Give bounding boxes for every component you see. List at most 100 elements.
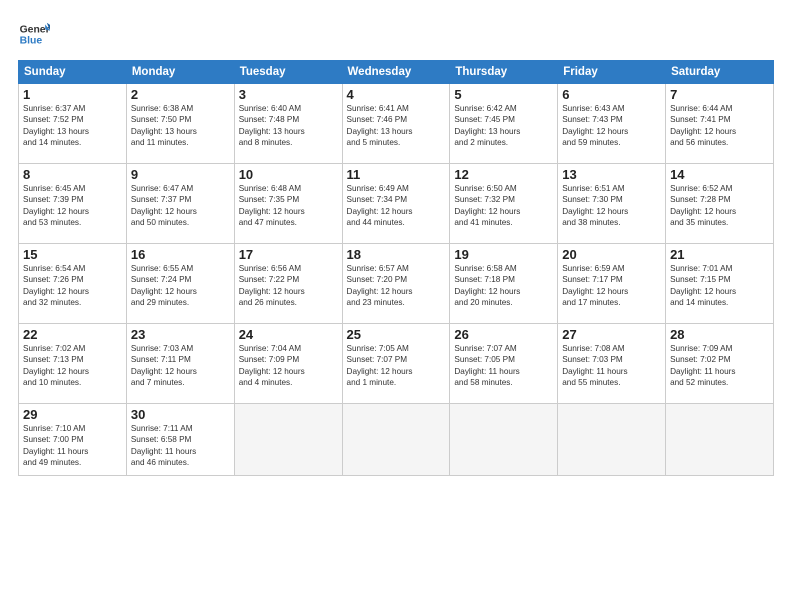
calendar-cell: 14Sunrise: 6:52 AM Sunset: 7:28 PM Dayli… bbox=[666, 164, 774, 244]
calendar-cell bbox=[666, 404, 774, 476]
day-number: 9 bbox=[131, 167, 230, 182]
day-info: Sunrise: 6:47 AM Sunset: 7:37 PM Dayligh… bbox=[131, 183, 230, 229]
header: General Blue bbox=[18, 18, 774, 50]
day-number: 23 bbox=[131, 327, 230, 342]
logo-icon: General Blue bbox=[18, 18, 50, 50]
calendar-cell: 11Sunrise: 6:49 AM Sunset: 7:34 PM Dayli… bbox=[342, 164, 450, 244]
day-number: 27 bbox=[562, 327, 661, 342]
calendar-cell: 24Sunrise: 7:04 AM Sunset: 7:09 PM Dayli… bbox=[234, 324, 342, 404]
calendar-cell: 25Sunrise: 7:05 AM Sunset: 7:07 PM Dayli… bbox=[342, 324, 450, 404]
calendar-cell: 4Sunrise: 6:41 AM Sunset: 7:46 PM Daylig… bbox=[342, 84, 450, 164]
day-info: Sunrise: 6:45 AM Sunset: 7:39 PM Dayligh… bbox=[23, 183, 122, 229]
day-number: 24 bbox=[239, 327, 338, 342]
day-number: 4 bbox=[347, 87, 446, 102]
calendar-cell: 12Sunrise: 6:50 AM Sunset: 7:32 PM Dayli… bbox=[450, 164, 558, 244]
day-info: Sunrise: 6:42 AM Sunset: 7:45 PM Dayligh… bbox=[454, 103, 553, 149]
day-number: 7 bbox=[670, 87, 769, 102]
page: General Blue SundayMondayTuesdayWednesda… bbox=[0, 0, 792, 612]
day-number: 11 bbox=[347, 167, 446, 182]
day-info: Sunrise: 6:44 AM Sunset: 7:41 PM Dayligh… bbox=[670, 103, 769, 149]
calendar-cell: 2Sunrise: 6:38 AM Sunset: 7:50 PM Daylig… bbox=[126, 84, 234, 164]
logo: General Blue bbox=[18, 18, 54, 50]
calendar-cell: 17Sunrise: 6:56 AM Sunset: 7:22 PM Dayli… bbox=[234, 244, 342, 324]
day-number: 18 bbox=[347, 247, 446, 262]
day-number: 17 bbox=[239, 247, 338, 262]
calendar-cell: 18Sunrise: 6:57 AM Sunset: 7:20 PM Dayli… bbox=[342, 244, 450, 324]
weekday-header: Monday bbox=[126, 61, 234, 84]
day-number: 3 bbox=[239, 87, 338, 102]
calendar-cell: 26Sunrise: 7:07 AM Sunset: 7:05 PM Dayli… bbox=[450, 324, 558, 404]
day-number: 6 bbox=[562, 87, 661, 102]
calendar-cell: 3Sunrise: 6:40 AM Sunset: 7:48 PM Daylig… bbox=[234, 84, 342, 164]
day-info: Sunrise: 6:48 AM Sunset: 7:35 PM Dayligh… bbox=[239, 183, 338, 229]
day-info: Sunrise: 6:55 AM Sunset: 7:24 PM Dayligh… bbox=[131, 263, 230, 309]
calendar-cell: 13Sunrise: 6:51 AM Sunset: 7:30 PM Dayli… bbox=[558, 164, 666, 244]
day-info: Sunrise: 7:02 AM Sunset: 7:13 PM Dayligh… bbox=[23, 343, 122, 389]
day-info: Sunrise: 6:54 AM Sunset: 7:26 PM Dayligh… bbox=[23, 263, 122, 309]
day-number: 16 bbox=[131, 247, 230, 262]
calendar-cell: 30Sunrise: 7:11 AM Sunset: 6:58 PM Dayli… bbox=[126, 404, 234, 476]
calendar-cell: 23Sunrise: 7:03 AM Sunset: 7:11 PM Dayli… bbox=[126, 324, 234, 404]
calendar-cell bbox=[342, 404, 450, 476]
calendar-cell bbox=[450, 404, 558, 476]
day-number: 20 bbox=[562, 247, 661, 262]
day-info: Sunrise: 6:59 AM Sunset: 7:17 PM Dayligh… bbox=[562, 263, 661, 309]
day-number: 30 bbox=[131, 407, 230, 422]
weekday-header: Tuesday bbox=[234, 61, 342, 84]
day-number: 12 bbox=[454, 167, 553, 182]
day-number: 5 bbox=[454, 87, 553, 102]
day-info: Sunrise: 6:49 AM Sunset: 7:34 PM Dayligh… bbox=[347, 183, 446, 229]
day-info: Sunrise: 7:01 AM Sunset: 7:15 PM Dayligh… bbox=[670, 263, 769, 309]
day-info: Sunrise: 7:03 AM Sunset: 7:11 PM Dayligh… bbox=[131, 343, 230, 389]
day-info: Sunrise: 7:11 AM Sunset: 6:58 PM Dayligh… bbox=[131, 423, 230, 469]
day-info: Sunrise: 6:56 AM Sunset: 7:22 PM Dayligh… bbox=[239, 263, 338, 309]
day-info: Sunrise: 6:40 AM Sunset: 7:48 PM Dayligh… bbox=[239, 103, 338, 149]
calendar-cell: 28Sunrise: 7:09 AM Sunset: 7:02 PM Dayli… bbox=[666, 324, 774, 404]
day-number: 25 bbox=[347, 327, 446, 342]
calendar-cell: 27Sunrise: 7:08 AM Sunset: 7:03 PM Dayli… bbox=[558, 324, 666, 404]
day-info: Sunrise: 7:07 AM Sunset: 7:05 PM Dayligh… bbox=[454, 343, 553, 389]
day-number: 26 bbox=[454, 327, 553, 342]
calendar-table: SundayMondayTuesdayWednesdayThursdayFrid… bbox=[18, 60, 774, 476]
day-info: Sunrise: 6:50 AM Sunset: 7:32 PM Dayligh… bbox=[454, 183, 553, 229]
day-info: Sunrise: 6:57 AM Sunset: 7:20 PM Dayligh… bbox=[347, 263, 446, 309]
day-info: Sunrise: 6:38 AM Sunset: 7:50 PM Dayligh… bbox=[131, 103, 230, 149]
day-info: Sunrise: 7:05 AM Sunset: 7:07 PM Dayligh… bbox=[347, 343, 446, 389]
day-info: Sunrise: 6:37 AM Sunset: 7:52 PM Dayligh… bbox=[23, 103, 122, 149]
day-number: 28 bbox=[670, 327, 769, 342]
day-number: 10 bbox=[239, 167, 338, 182]
day-number: 2 bbox=[131, 87, 230, 102]
calendar-cell: 1Sunrise: 6:37 AM Sunset: 7:52 PM Daylig… bbox=[19, 84, 127, 164]
day-info: Sunrise: 6:52 AM Sunset: 7:28 PM Dayligh… bbox=[670, 183, 769, 229]
calendar-cell: 19Sunrise: 6:58 AM Sunset: 7:18 PM Dayli… bbox=[450, 244, 558, 324]
calendar-cell: 5Sunrise: 6:42 AM Sunset: 7:45 PM Daylig… bbox=[450, 84, 558, 164]
day-number: 29 bbox=[23, 407, 122, 422]
day-number: 22 bbox=[23, 327, 122, 342]
calendar-cell: 7Sunrise: 6:44 AM Sunset: 7:41 PM Daylig… bbox=[666, 84, 774, 164]
calendar-cell: 15Sunrise: 6:54 AM Sunset: 7:26 PM Dayli… bbox=[19, 244, 127, 324]
day-info: Sunrise: 6:58 AM Sunset: 7:18 PM Dayligh… bbox=[454, 263, 553, 309]
day-info: Sunrise: 7:04 AM Sunset: 7:09 PM Dayligh… bbox=[239, 343, 338, 389]
day-info: Sunrise: 6:43 AM Sunset: 7:43 PM Dayligh… bbox=[562, 103, 661, 149]
weekday-header: Thursday bbox=[450, 61, 558, 84]
calendar-cell: 9Sunrise: 6:47 AM Sunset: 7:37 PM Daylig… bbox=[126, 164, 234, 244]
calendar-cell: 22Sunrise: 7:02 AM Sunset: 7:13 PM Dayli… bbox=[19, 324, 127, 404]
weekday-header: Wednesday bbox=[342, 61, 450, 84]
calendar-cell: 20Sunrise: 6:59 AM Sunset: 7:17 PM Dayli… bbox=[558, 244, 666, 324]
day-number: 21 bbox=[670, 247, 769, 262]
svg-text:Blue: Blue bbox=[20, 36, 43, 47]
day-number: 8 bbox=[23, 167, 122, 182]
day-number: 19 bbox=[454, 247, 553, 262]
calendar-cell bbox=[558, 404, 666, 476]
day-info: Sunrise: 6:41 AM Sunset: 7:46 PM Dayligh… bbox=[347, 103, 446, 149]
day-info: Sunrise: 7:08 AM Sunset: 7:03 PM Dayligh… bbox=[562, 343, 661, 389]
calendar-cell: 29Sunrise: 7:10 AM Sunset: 7:00 PM Dayli… bbox=[19, 404, 127, 476]
calendar-cell: 8Sunrise: 6:45 AM Sunset: 7:39 PM Daylig… bbox=[19, 164, 127, 244]
weekday-header: Sunday bbox=[19, 61, 127, 84]
calendar-cell: 10Sunrise: 6:48 AM Sunset: 7:35 PM Dayli… bbox=[234, 164, 342, 244]
calendar-cell: 6Sunrise: 6:43 AM Sunset: 7:43 PM Daylig… bbox=[558, 84, 666, 164]
day-number: 15 bbox=[23, 247, 122, 262]
day-number: 13 bbox=[562, 167, 661, 182]
day-info: Sunrise: 6:51 AM Sunset: 7:30 PM Dayligh… bbox=[562, 183, 661, 229]
calendar-cell: 21Sunrise: 7:01 AM Sunset: 7:15 PM Dayli… bbox=[666, 244, 774, 324]
